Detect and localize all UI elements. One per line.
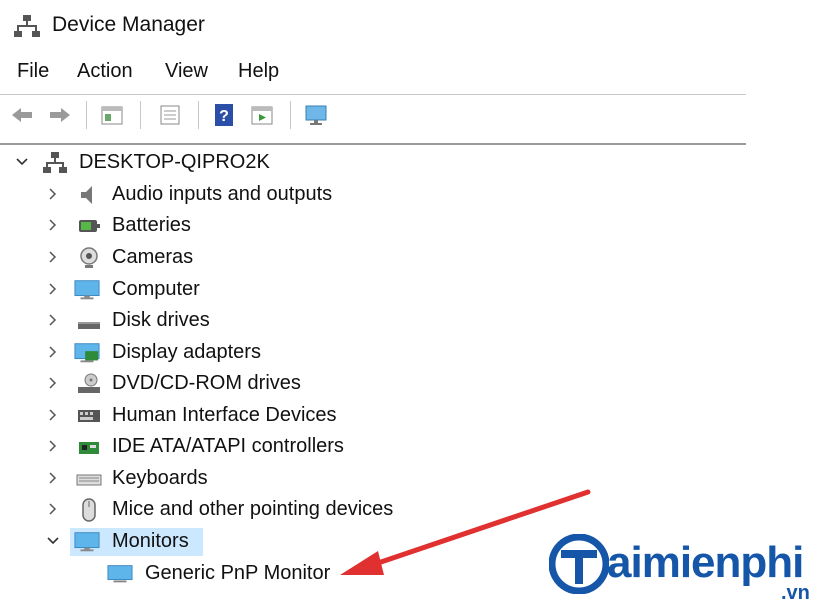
logo-domain-suffix: .vn [781, 582, 810, 604]
taimienphi-t-icon [549, 534, 609, 594]
annotation-arrow [340, 489, 591, 575]
taimienphi-logo: aimienphi .vn [545, 530, 830, 612]
logo-brand-text: aimienphi [607, 538, 804, 587]
